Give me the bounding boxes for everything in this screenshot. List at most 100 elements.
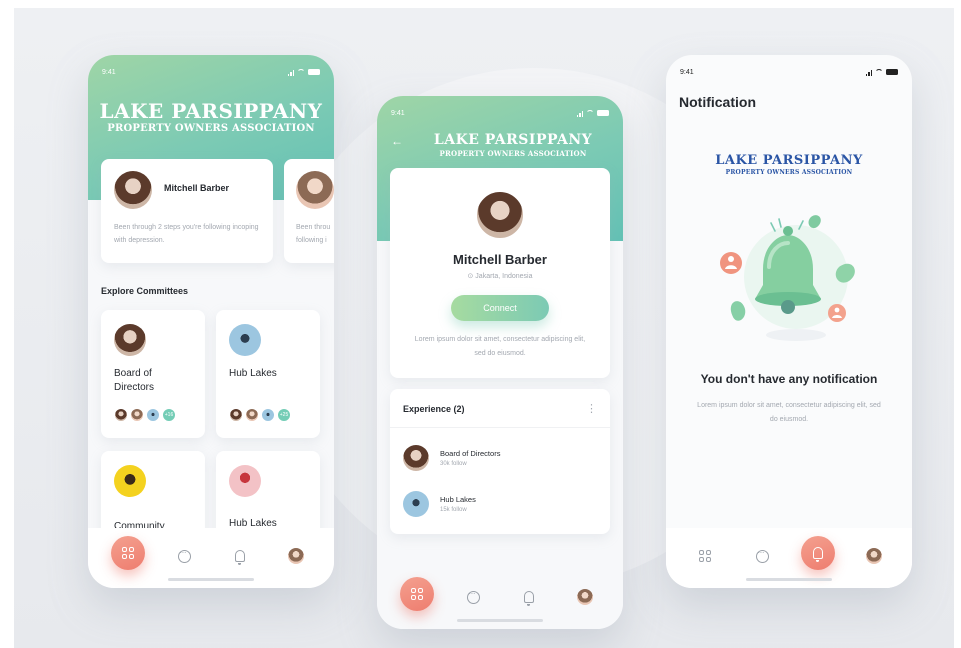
profile-card-peek[interactable]: Been throu following i <box>284 159 334 263</box>
nav-notification-button[interactable] <box>515 583 543 611</box>
chat-icon <box>177 548 191 563</box>
avatar <box>403 445 429 471</box>
status-bar: 9:41 <box>102 67 320 77</box>
experience-item-title[interactable]: Board of Directors <box>440 449 500 458</box>
avatar <box>114 324 146 356</box>
chat-icon <box>466 589 480 604</box>
member-avatar <box>146 408 160 422</box>
empty-bell-illustration <box>720 215 855 341</box>
grid-icon <box>411 588 423 600</box>
wifi-icon <box>297 69 305 75</box>
nav-home-button[interactable] <box>400 577 434 611</box>
status-bar: 9:41 <box>391 108 609 118</box>
profile-description: Been through 2 steps you're following in… <box>114 224 259 244</box>
status-icons <box>576 110 609 117</box>
committee-card[interactable]: Board of Directors +16 <box>101 310 205 438</box>
member-avatar <box>229 408 243 422</box>
experience-card: Experience (2) ⋮ Board of Directors 30k … <box>390 389 610 534</box>
page-title: Notification <box>679 94 756 110</box>
battery-icon <box>308 69 320 75</box>
avatar <box>229 465 261 497</box>
experience-item-followers: 15k follow <box>440 507 467 513</box>
bottom-nav <box>377 569 623 629</box>
experience-item-followers: 30k follow <box>440 461 467 467</box>
member-count-badge: +25 <box>277 408 291 422</box>
member-avatar <box>114 408 128 422</box>
status-bar: 9:41 <box>680 67 898 77</box>
notification-screen: 9:41 Notification LAKE PARSIPPANY PROPER… <box>666 55 912 588</box>
profile-name: Mitchell Barber <box>453 252 547 267</box>
home-indicator <box>746 578 832 581</box>
battery-icon <box>886 69 898 75</box>
section-title: Explore Committees <box>101 286 189 296</box>
profile-card: Mitchell Barber ⊙ Jakarta, Indonesia Con… <box>390 168 610 378</box>
connect-button[interactable]: Connect <box>451 295 549 321</box>
grid-icon <box>122 547 134 559</box>
empty-state-text: Lorem ipsum dolor sit amet, consectetur … <box>697 402 881 423</box>
avatar <box>474 189 526 241</box>
home-screen: 9:41 LAKE PARSIPPANY PROPERTY OWNERS ASS… <box>88 55 334 588</box>
brand-title: LAKE PARSIPPANY <box>99 99 323 123</box>
chat-icon <box>755 548 769 563</box>
avatar <box>296 171 334 209</box>
member-avatars: +25 <box>229 408 291 422</box>
status-icons <box>287 69 320 76</box>
home-indicator <box>457 619 543 622</box>
empty-state-title: You don't have any notification <box>700 372 878 386</box>
signal-icon <box>287 69 294 76</box>
bottom-nav <box>666 528 912 588</box>
brand-subtitle: PROPERTY OWNERS ASSOCIATION <box>439 149 587 158</box>
committee-title: Board of Directors <box>114 368 155 393</box>
avatar <box>114 465 146 497</box>
bell-icon <box>524 591 534 606</box>
nav-home-button[interactable] <box>691 542 719 570</box>
divider <box>390 427 610 428</box>
nav-chat-button[interactable] <box>459 583 487 611</box>
signal-icon <box>865 69 872 76</box>
bell-icon <box>813 547 823 562</box>
experience-title: Experience (2) <box>403 404 465 414</box>
status-icons <box>865 69 898 76</box>
nav-profile-avatar[interactable] <box>288 548 304 564</box>
nav-chat-button[interactable] <box>170 542 198 570</box>
battery-icon <box>597 110 609 116</box>
nav-home-button[interactable] <box>111 536 145 570</box>
profile-card[interactable]: Mitchell Barber Been through 2 steps you… <box>101 159 273 263</box>
profile-bio: Lorem ipsum dolor sit amet, consectetur … <box>414 336 586 357</box>
location-text: Jakarta, Indonesia <box>475 273 533 280</box>
status-time: 9:41 <box>102 68 116 76</box>
member-count-badge: +16 <box>162 408 176 422</box>
back-arrow-icon[interactable]: ← <box>391 134 403 148</box>
bottom-nav <box>88 528 334 588</box>
nav-notification-button[interactable] <box>801 536 835 570</box>
nav-profile-avatar[interactable] <box>577 589 593 605</box>
profile-location: ⊙ Jakarta, Indonesia <box>390 272 610 280</box>
committee-title: Hub Lakes <box>229 368 277 379</box>
brand-subtitle: PROPERTY OWNERS ASSOCIATION <box>725 169 853 176</box>
avatar <box>229 324 261 356</box>
member-avatar <box>245 408 259 422</box>
brand-title: LAKE PARSIPPANY <box>433 132 593 148</box>
wifi-icon <box>586 110 594 116</box>
profile-screen: 9:41 ← LAKE PARSIPPANY PROPERTY OWNERS A… <box>377 96 623 629</box>
avatar <box>114 171 152 209</box>
member-avatars: +16 <box>114 408 176 422</box>
committee-card[interactable]: Hub Lakes +25 <box>216 310 320 438</box>
signal-icon <box>576 110 583 117</box>
more-vertical-icon[interactable]: ⋮ <box>586 402 597 415</box>
home-indicator <box>168 578 254 581</box>
avatar <box>403 491 429 517</box>
nav-chat-button[interactable] <box>748 542 776 570</box>
member-avatar <box>130 408 144 422</box>
grid-icon <box>699 550 711 562</box>
bell-icon <box>235 550 245 565</box>
experience-item-title[interactable]: Hub Lakes <box>440 495 476 504</box>
brand-title: LAKE PARSIPPANY <box>715 153 863 168</box>
wifi-icon <box>875 69 883 75</box>
canvas-background: 9:41 LAKE PARSIPPANY PROPERTY OWNERS ASS… <box>14 8 954 648</box>
member-avatar <box>261 408 275 422</box>
status-time: 9:41 <box>680 68 694 76</box>
profile-name: Mitchell Barber <box>164 183 230 193</box>
nav-notification-button[interactable] <box>226 542 254 570</box>
nav-profile-avatar[interactable] <box>866 548 882 564</box>
